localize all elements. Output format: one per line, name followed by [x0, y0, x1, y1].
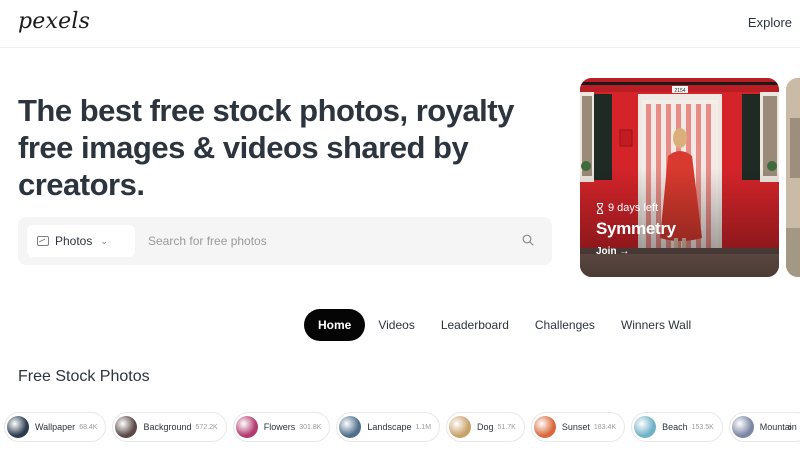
challenge-card[interactable]: 2154 9 days left Symmetry Join [580, 78, 779, 277]
chip-thumbnail [634, 416, 657, 438]
search-bar: Photos ⌄ [18, 217, 552, 265]
hero-title: The best free stock photos, royalty free… [18, 93, 514, 202]
chip-dog[interactable]: Dog 51.7K [446, 412, 525, 442]
media-type-label: Photos [55, 234, 93, 248]
chip-landscape[interactable]: Landscape 1.1M [336, 412, 441, 442]
section-title: Free Stock Photos [18, 368, 150, 385]
chip-count: 301.8K [299, 423, 322, 431]
tab-challenges[interactable]: Challenges [522, 309, 608, 341]
tab-leaderboard[interactable]: Leaderboard [428, 309, 522, 341]
chip-label: Wallpaper [35, 422, 76, 432]
chevron-right-icon[interactable]: › [788, 420, 792, 434]
tab-winners-wall[interactable]: Winners Wall [608, 309, 704, 341]
chip-thumbnail [533, 416, 556, 438]
chip-count: 1.1M [415, 423, 432, 431]
search-input[interactable] [138, 225, 518, 257]
chip-label: Beach [662, 422, 688, 432]
image-icon [37, 236, 49, 246]
chip-count: 51.7K [497, 423, 516, 431]
chip-count: 572.2K [195, 423, 218, 431]
search-icon[interactable] [522, 234, 534, 246]
hourglass-icon [597, 202, 603, 214]
chip-label: Landscape [367, 422, 412, 432]
chip-thumbnail [115, 416, 138, 438]
chip-count: 68.4K [79, 423, 98, 431]
next-card-peek[interactable] [786, 78, 800, 277]
chip-thumbnail [235, 416, 258, 438]
chip-count: 183.4K [593, 423, 617, 431]
chevron-down-icon: ⌄ [100, 235, 108, 246]
chip-background[interactable]: Background 572.2K [112, 412, 227, 442]
chip-thumbnail [731, 416, 754, 438]
chip-flowers[interactable]: Flowers 301.8K [232, 412, 331, 442]
pexels-logo[interactable]: pexels [18, 9, 90, 34]
next-card-image [786, 78, 800, 277]
chip-label: Background [143, 422, 192, 432]
chip-wallpaper[interactable]: Wallpaper 68.4K [4, 412, 107, 442]
top-navbar: pexels Explore [0, 0, 800, 48]
main-tabs: Home Videos Leaderboard Challenges Winne… [304, 309, 704, 341]
media-type-dropdown[interactable]: Photos ⌄ [27, 225, 135, 257]
chip-count: 153.5K [691, 423, 714, 431]
chip-label: Dog [477, 422, 494, 432]
tab-home[interactable]: Home [304, 309, 366, 341]
chip-label: Flowers [263, 422, 296, 432]
chip-beach[interactable]: Beach 153.5K [631, 412, 723, 442]
join-link[interactable]: Join → [596, 246, 676, 257]
days-left: 9 days left [596, 202, 676, 214]
chip-thumbnail [7, 416, 29, 438]
chip-thumbnail [449, 416, 472, 438]
tab-videos[interactable]: Videos [365, 309, 427, 341]
explore-menu[interactable]: Explore [748, 15, 792, 30]
challenge-title: Symmetry [596, 219, 676, 238]
chip-sunset[interactable]: Sunset 183.4K [530, 412, 626, 442]
category-chips: Wallpaper 68.4K Background 572.2K Flower… [4, 412, 800, 442]
chip-thumbnail [339, 416, 362, 438]
chip-label: Sunset [561, 422, 590, 432]
days-left-label: 9 days left [608, 202, 659, 214]
challenge-card-text: 9 days left Symmetry Join → [596, 202, 676, 257]
